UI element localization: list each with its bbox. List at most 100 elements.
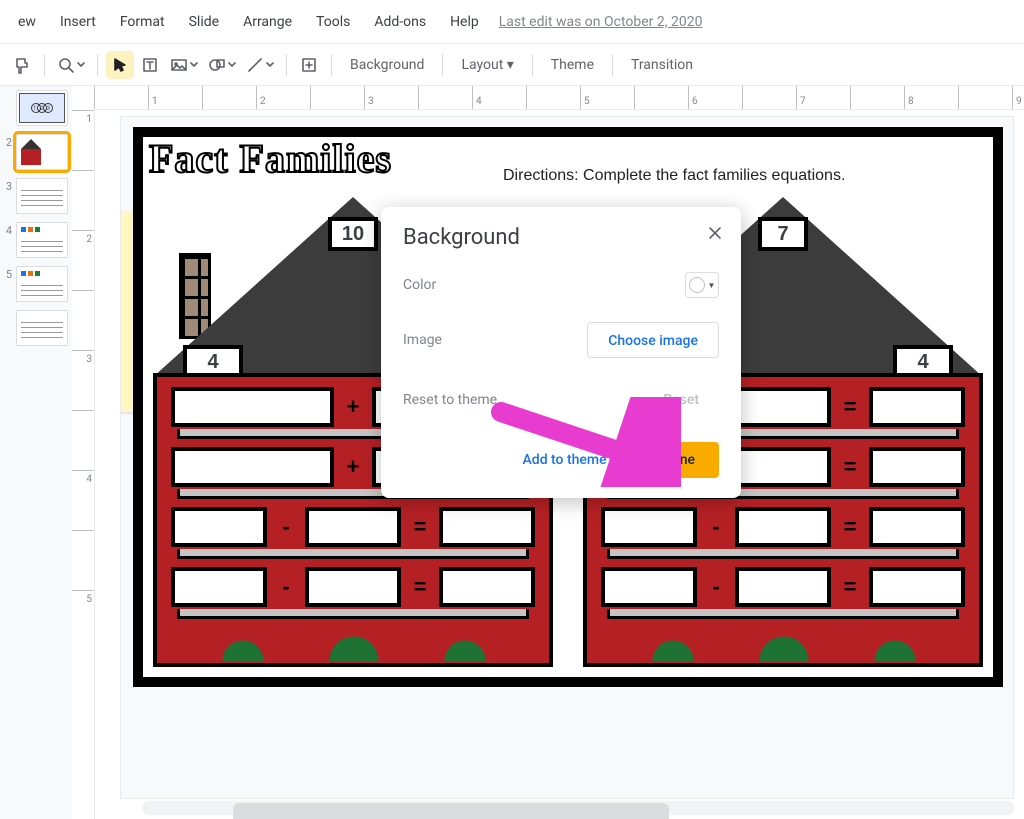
caret-down-icon <box>266 61 274 69</box>
operand-cell[interactable] <box>735 387 831 427</box>
layout-button[interactable]: Layout ▾ <box>451 51 523 79</box>
operator: + <box>340 456 366 478</box>
menubar: ew Insert Format Slide Arrange Tools Add… <box>0 0 1024 44</box>
thumb-3[interactable]: 3 <box>4 178 68 214</box>
separator <box>44 54 45 76</box>
apex-number: 7 <box>758 217 808 251</box>
equals: = <box>837 456 863 478</box>
menu-slide[interactable]: Slide <box>179 8 229 36</box>
thumb-2[interactable]: 2 <box>4 134 68 170</box>
equation-row: - = <box>171 507 535 547</box>
operand-cell[interactable] <box>171 387 334 427</box>
separator <box>532 54 533 76</box>
thumb-4[interactable]: 4 <box>4 222 68 258</box>
shelf <box>607 549 959 559</box>
result-cell[interactable] <box>869 447 965 487</box>
color-swatch[interactable]: ▼ <box>685 272 719 298</box>
menu-view[interactable]: ew <box>8 8 46 36</box>
separator <box>442 54 443 76</box>
caret-down-icon <box>190 61 198 69</box>
result-cell[interactable] <box>869 507 965 547</box>
background-button[interactable]: Background <box>340 51 434 79</box>
ruler-horizontal: 123456789 <box>94 86 1024 110</box>
close-icon[interactable] <box>703 221 727 245</box>
operator: + <box>340 396 366 418</box>
add-to-theme-button[interactable]: Add to theme <box>503 442 627 478</box>
menu-addons[interactable]: Add-ons <box>364 8 436 36</box>
separator <box>612 54 613 76</box>
menu-insert[interactable]: Insert <box>50 8 106 36</box>
operand-cell[interactable] <box>601 567 697 607</box>
thumb-5[interactable]: 5 <box>4 266 68 302</box>
equals: = <box>407 576 433 598</box>
equals: = <box>837 516 863 538</box>
select-tool-icon[interactable] <box>106 51 134 79</box>
textbox-tool-icon[interactable] <box>136 51 164 79</box>
toolbar: Background Layout ▾ Theme Transition <box>0 44 1024 86</box>
caret-down-icon <box>228 61 236 69</box>
shelf <box>177 549 529 559</box>
zoom-icon[interactable] <box>53 51 89 79</box>
menu-arrange[interactable]: Arrange <box>233 8 302 36</box>
menu-help[interactable]: Help <box>440 8 489 36</box>
slide-stage[interactable]: :neof o to Fact Families Directions: Com… <box>120 116 1014 799</box>
result-cell[interactable] <box>869 387 965 427</box>
transition-button[interactable]: Transition <box>621 51 703 79</box>
background-modal: Background Color ▼ Image Choose image Re… <box>381 207 741 498</box>
separator <box>331 54 332 76</box>
last-edit-info[interactable]: Last edit was on October 2, 2020 <box>499 14 703 30</box>
operator: - <box>703 516 729 538</box>
filmstrip: 1 2 3 2 3 4 5 <box>0 86 72 819</box>
reset-label: Reset to theme <box>403 392 497 408</box>
equals: = <box>837 396 863 418</box>
thumb-1[interactable]: 1 2 3 <box>4 90 68 126</box>
equation-row: - = <box>601 507 965 547</box>
image-tool-icon[interactable] <box>166 51 202 79</box>
operand-cell[interactable] <box>735 507 831 547</box>
horizontal-scrollbar[interactable] <box>142 801 1014 815</box>
reset-button: Reset <box>643 382 719 418</box>
thumb-6[interactable] <box>4 310 68 346</box>
result-cell[interactable] <box>439 567 535 607</box>
operator: - <box>703 576 729 598</box>
operand-cell[interactable] <box>305 507 401 547</box>
slide-title: Fact Families <box>149 135 392 182</box>
color-label: Color <box>403 277 436 293</box>
menu-format[interactable]: Format <box>110 8 175 36</box>
ruler-vertical: 12345 <box>72 110 94 819</box>
modal-title: Background <box>403 225 719 250</box>
shelf <box>607 609 959 619</box>
caret-down-icon <box>77 61 85 69</box>
result-cell[interactable] <box>869 567 965 607</box>
operand-cell[interactable] <box>305 567 401 607</box>
choose-image-button[interactable]: Choose image <box>587 322 719 358</box>
equals: = <box>407 516 433 538</box>
paint-format-icon[interactable] <box>8 51 36 79</box>
equation-row: - = <box>601 567 965 607</box>
comment-icon[interactable] <box>295 51 323 79</box>
theme-button[interactable]: Theme <box>541 51 604 79</box>
operand-cell[interactable] <box>171 567 267 607</box>
canvas-area: 123456789 12345 :neof o to Fact Families… <box>72 86 1024 819</box>
equation-row: - = <box>171 567 535 607</box>
separator <box>286 54 287 76</box>
workspace: 1 2 3 2 3 4 5 123456789 12345 :neof o to… <box>0 86 1024 819</box>
operand-cell[interactable] <box>735 567 831 607</box>
result-cell[interactable] <box>439 507 535 547</box>
operand-cell[interactable] <box>171 447 334 487</box>
separator <box>97 54 98 76</box>
shelf <box>177 609 529 619</box>
menu-tools[interactable]: Tools <box>306 8 360 36</box>
image-label: Image <box>403 332 442 348</box>
done-button[interactable]: Done <box>639 442 719 478</box>
operand-cell[interactable] <box>735 447 831 487</box>
operator: - <box>273 576 299 598</box>
equals: = <box>837 576 863 598</box>
operand-cell[interactable] <box>601 507 697 547</box>
apex-number: 10 <box>328 217 378 251</box>
operator: - <box>273 516 299 538</box>
slide-directions: Directions: Complete the fact families e… <box>503 167 845 185</box>
operand-cell[interactable] <box>171 507 267 547</box>
shape-tool-icon[interactable] <box>204 51 240 79</box>
line-tool-icon[interactable] <box>242 51 278 79</box>
